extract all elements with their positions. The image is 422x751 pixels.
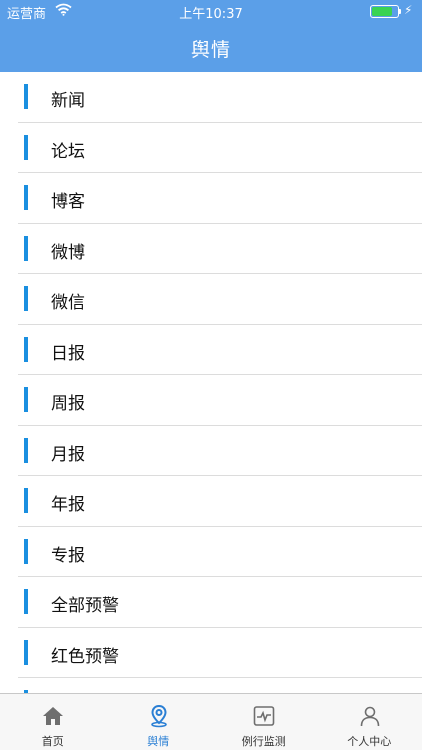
list-item-label: 月报: [51, 440, 85, 465]
charging-bolt-icon: ⚡: [404, 3, 412, 17]
list-item-label: 博客: [51, 187, 85, 212]
accent-bar: [24, 488, 28, 513]
list-item-wechat[interactable]: 微信: [18, 274, 422, 325]
tab-profile[interactable]: 个人中心: [317, 694, 422, 751]
accent-bar: [24, 387, 28, 412]
list-item-label: 专报: [51, 541, 85, 566]
tab-label: 个人中心: [317, 733, 422, 749]
accent-bar: [24, 640, 28, 665]
list-item-label: 年报: [51, 490, 85, 515]
accent-bar: [24, 84, 28, 109]
tab-sentiment[interactable]: 舆情: [106, 694, 212, 751]
list-item-partial[interactable]: [18, 678, 422, 693]
list-item-red-alerts[interactable]: 红色预警: [18, 628, 422, 679]
list-item-label: 日报: [51, 339, 85, 364]
battery-icon: ⚡: [370, 5, 414, 19]
list-item-label: 红色预警: [51, 642, 119, 667]
tab-label: 舆情: [106, 733, 212, 749]
location-pin-icon: [147, 704, 171, 728]
tab-bar: 首页 舆情 例行监测 个人中心: [0, 693, 422, 750]
accent-bar: [24, 589, 28, 614]
accent-bar: [24, 337, 28, 362]
accent-bar: [24, 135, 28, 160]
tab-label: 首页: [0, 733, 106, 749]
list-item-blog[interactable]: 博客: [18, 173, 422, 224]
list-item-annual-report[interactable]: 年报: [18, 476, 422, 527]
category-list: 新闻 论坛 博客 微博 微信 日报 周报 月报 年报 专报 全部预警: [0, 72, 422, 693]
accent-bar: [24, 539, 28, 564]
list-item-label: 论坛: [51, 137, 85, 162]
status-time: 上午10:37: [0, 3, 422, 22]
list-item-special-report[interactable]: 专报: [18, 527, 422, 578]
list-item-all-alerts[interactable]: 全部预警: [18, 577, 422, 628]
list-item-label: 周报: [51, 389, 85, 414]
list-item-label: 微博: [51, 238, 85, 263]
app-header: 运营商 上午10:37 ⚡ 舆情: [0, 0, 422, 72]
tab-home[interactable]: 首页: [0, 694, 106, 751]
list-item-weekly-report[interactable]: 周报: [18, 375, 422, 426]
list-item-daily-report[interactable]: 日报: [18, 325, 422, 376]
tab-label: 例行监测: [211, 733, 317, 749]
accent-bar: [24, 185, 28, 210]
list-item-weibo[interactable]: 微博: [18, 224, 422, 275]
user-icon: [358, 704, 382, 728]
accent-bar: [24, 236, 28, 261]
tab-routine-monitoring[interactable]: 例行监测: [211, 694, 317, 751]
list-item-news[interactable]: 新闻: [18, 72, 422, 123]
list-item-label: 全部预警: [51, 591, 119, 616]
list-item-label: 微信: [51, 288, 85, 313]
page-title: 舆情: [0, 35, 422, 62]
list-item-label: 新闻: [51, 86, 85, 111]
home-icon: [41, 704, 65, 728]
accent-bar: [24, 286, 28, 311]
list-item-forum[interactable]: 论坛: [18, 123, 422, 174]
list-item-monthly-report[interactable]: 月报: [18, 426, 422, 477]
monitor-pulse-icon: [252, 704, 276, 728]
status-bar: 运营商 上午10:37 ⚡: [0, 0, 422, 22]
accent-bar: [24, 438, 28, 463]
